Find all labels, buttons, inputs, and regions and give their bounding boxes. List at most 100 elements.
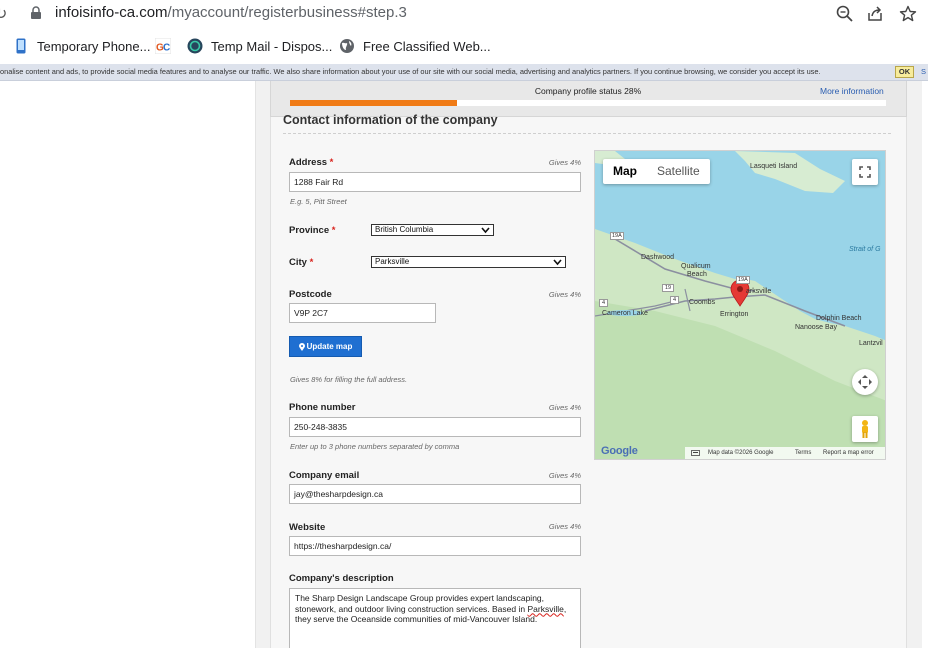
phone-icon <box>16 38 26 54</box>
cookie-text: onalise content and ads, to provide soci… <box>0 67 821 76</box>
url-text[interactable]: infoisinfo-ca.com/myaccount/registerbusi… <box>55 4 407 21</box>
highway-shield-19a-b: 19A <box>736 276 750 284</box>
url-host: infoisinfo-ca.com <box>55 4 168 21</box>
spellcheck-word: Parksville <box>527 603 564 614</box>
description-label: Company's description <box>289 573 394 584</box>
postcode-gives: Gives 4% <box>548 290 581 299</box>
map-canvas <box>595 151 885 459</box>
address-label-text: Address <box>289 157 328 168</box>
chevron-down-icon <box>481 227 490 234</box>
keyboard-icon[interactable] <box>691 450 700 456</box>
fullscreen-button[interactable] <box>852 159 878 185</box>
bookmark-label: Temporary Phone... <box>37 38 151 54</box>
update-map-button[interactable]: Update map <box>289 336 362 357</box>
map-tab-satellite[interactable]: Satellite <box>647 159 710 184</box>
province-select[interactable]: British Columbia <box>371 224 494 236</box>
map-data-attribution: Map data ©2026 Google <box>708 450 774 456</box>
section-title: Contact information of the company <box>283 113 498 127</box>
map-tab-map[interactable]: Map <box>603 159 647 184</box>
description-text: The Sharp Design Landscape Group provide… <box>295 593 545 614</box>
map-label-dolphin-beach: Dolphin Beach <box>816 315 862 322</box>
url-path: /myaccount/registerbusiness#step.3 <box>167 4 407 21</box>
island-land <box>735 151 845 193</box>
bookmark-temp-mail[interactable]: Temp Mail - Dispos... <box>187 37 332 55</box>
city-label-text: City <box>289 257 307 268</box>
lock-icon[interactable] <box>30 6 42 20</box>
bookmarks-bar: Temporary Phone... G C Temp Mail - Dispo… <box>0 28 928 64</box>
map-label-coombs: Coombs <box>689 299 716 306</box>
reload-icon[interactable]: ↻ <box>0 4 7 23</box>
update-map-label: Update map <box>306 342 353 351</box>
profile-status-label: Company profile status 28% <box>534 86 642 96</box>
map-marker-dot <box>737 286 743 292</box>
bookmark-label: Free Classified Web... <box>363 38 491 54</box>
city-select[interactable]: Parksville <box>371 256 566 268</box>
website-label: Website <box>289 522 326 533</box>
address-hint: E.g. 5, Pitt Street <box>290 197 347 206</box>
postcode-input[interactable]: V9P 2C7 <box>289 303 436 323</box>
cookie-more-link[interactable]: S <box>921 67 926 76</box>
phone-gives: Gives 4% <box>548 403 581 412</box>
map-pin-icon <box>298 342 305 351</box>
map-label-beach: Beach <box>687 271 707 278</box>
address-gives: Gives 4% <box>548 158 581 167</box>
google-logo-text: Google <box>601 445 638 457</box>
phone-input[interactable]: 250-248-3835 <box>289 417 581 437</box>
street-view-button[interactable] <box>852 416 878 442</box>
bookmark-gc[interactable]: G C <box>155 37 179 55</box>
map-label-cameron-lake: Cameron Lake <box>602 310 648 317</box>
city-label: City * <box>289 257 313 268</box>
email-gives: Gives 4% <box>548 471 581 480</box>
cookie-banner: onalise content and ads, to provide soci… <box>0 64 928 81</box>
map-label-qualicum: Qualicum <box>681 263 711 270</box>
highway-shield-19: 19 <box>662 284 675 292</box>
map-label-lasqueti: Lasqueti Island <box>750 163 798 170</box>
address-bar: ↻ infoisinfo-ca.com/myaccount/registerbu… <box>0 0 928 28</box>
svg-text:C: C <box>163 43 170 54</box>
gc-logo-icon: G C <box>155 38 171 54</box>
required-marker: * <box>309 257 314 268</box>
bookmark-free-classified[interactable]: Free Classified Web... <box>339 37 491 55</box>
required-marker: * <box>329 157 334 168</box>
highway-shield-19a: 19A <box>610 232 624 240</box>
share-icon[interactable] <box>866 4 886 24</box>
map-label-parksville: arksville <box>746 288 772 295</box>
map-label-lantzville: Lantzvil <box>859 340 883 347</box>
globe-icon <box>340 39 354 53</box>
province-value: British Columbia <box>375 225 434 234</box>
description-textarea[interactable]: The Sharp Design Landscape Group provide… <box>289 588 581 648</box>
phone-hint: Enter up to 3 phone numbers separated by… <box>290 442 460 451</box>
profile-progress-bar <box>290 100 886 106</box>
phone-label: Phone number <box>289 402 356 413</box>
chevron-down-icon <box>553 259 562 266</box>
camera-control-button[interactable] <box>852 369 878 395</box>
section-divider <box>283 133 891 134</box>
province-label-text: Province <box>289 225 330 236</box>
address-bonus-hint: Gives 8% for filling the full address. <box>290 375 408 384</box>
report-map-error-link[interactable]: Report a map error <box>823 450 874 456</box>
postcode-label: Postcode <box>289 289 332 300</box>
address-label: Address * <box>289 157 333 168</box>
map-terms-link[interactable]: Terms <box>795 450 811 456</box>
map-label-strait: Strait of G <box>849 246 881 253</box>
highway-shield-4: 4 <box>670 296 680 304</box>
bookmark-temporary-phone[interactable]: Temporary Phone... <box>13 37 150 55</box>
temp-mail-icon <box>187 38 203 54</box>
email-input[interactable]: jay@thesharpdesign.ca <box>289 484 581 504</box>
map-footer: Map data ©2026 Google Terms Report a map… <box>685 447 885 459</box>
map-widget[interactable]: Lasqueti Island Strait of G Dashwood Qua… <box>594 150 886 460</box>
more-information-link[interactable]: More information <box>820 86 884 96</box>
profile-progress-fill <box>290 100 457 106</box>
website-input[interactable]: https://thesharpdesign.ca/ <box>289 536 581 556</box>
map-label-nanoose-bay: Nanoose Bay <box>795 324 838 331</box>
map-label-dashwood: Dashwood <box>641 254 675 261</box>
highway-shield-4a: 4 <box>599 299 609 307</box>
google-logo: Google <box>601 445 638 457</box>
bookmark-star-icon[interactable] <box>898 4 918 24</box>
map-type-control: Map Satellite <box>603 159 710 184</box>
cookie-ok-button[interactable]: OK <box>895 66 914 78</box>
bookmark-label: Temp Mail - Dispos... <box>211 38 333 54</box>
address-input[interactable]: 1288 Fair Rd <box>289 172 581 192</box>
pan-arrows-icon <box>858 375 872 389</box>
zoom-icon[interactable] <box>835 4 855 24</box>
